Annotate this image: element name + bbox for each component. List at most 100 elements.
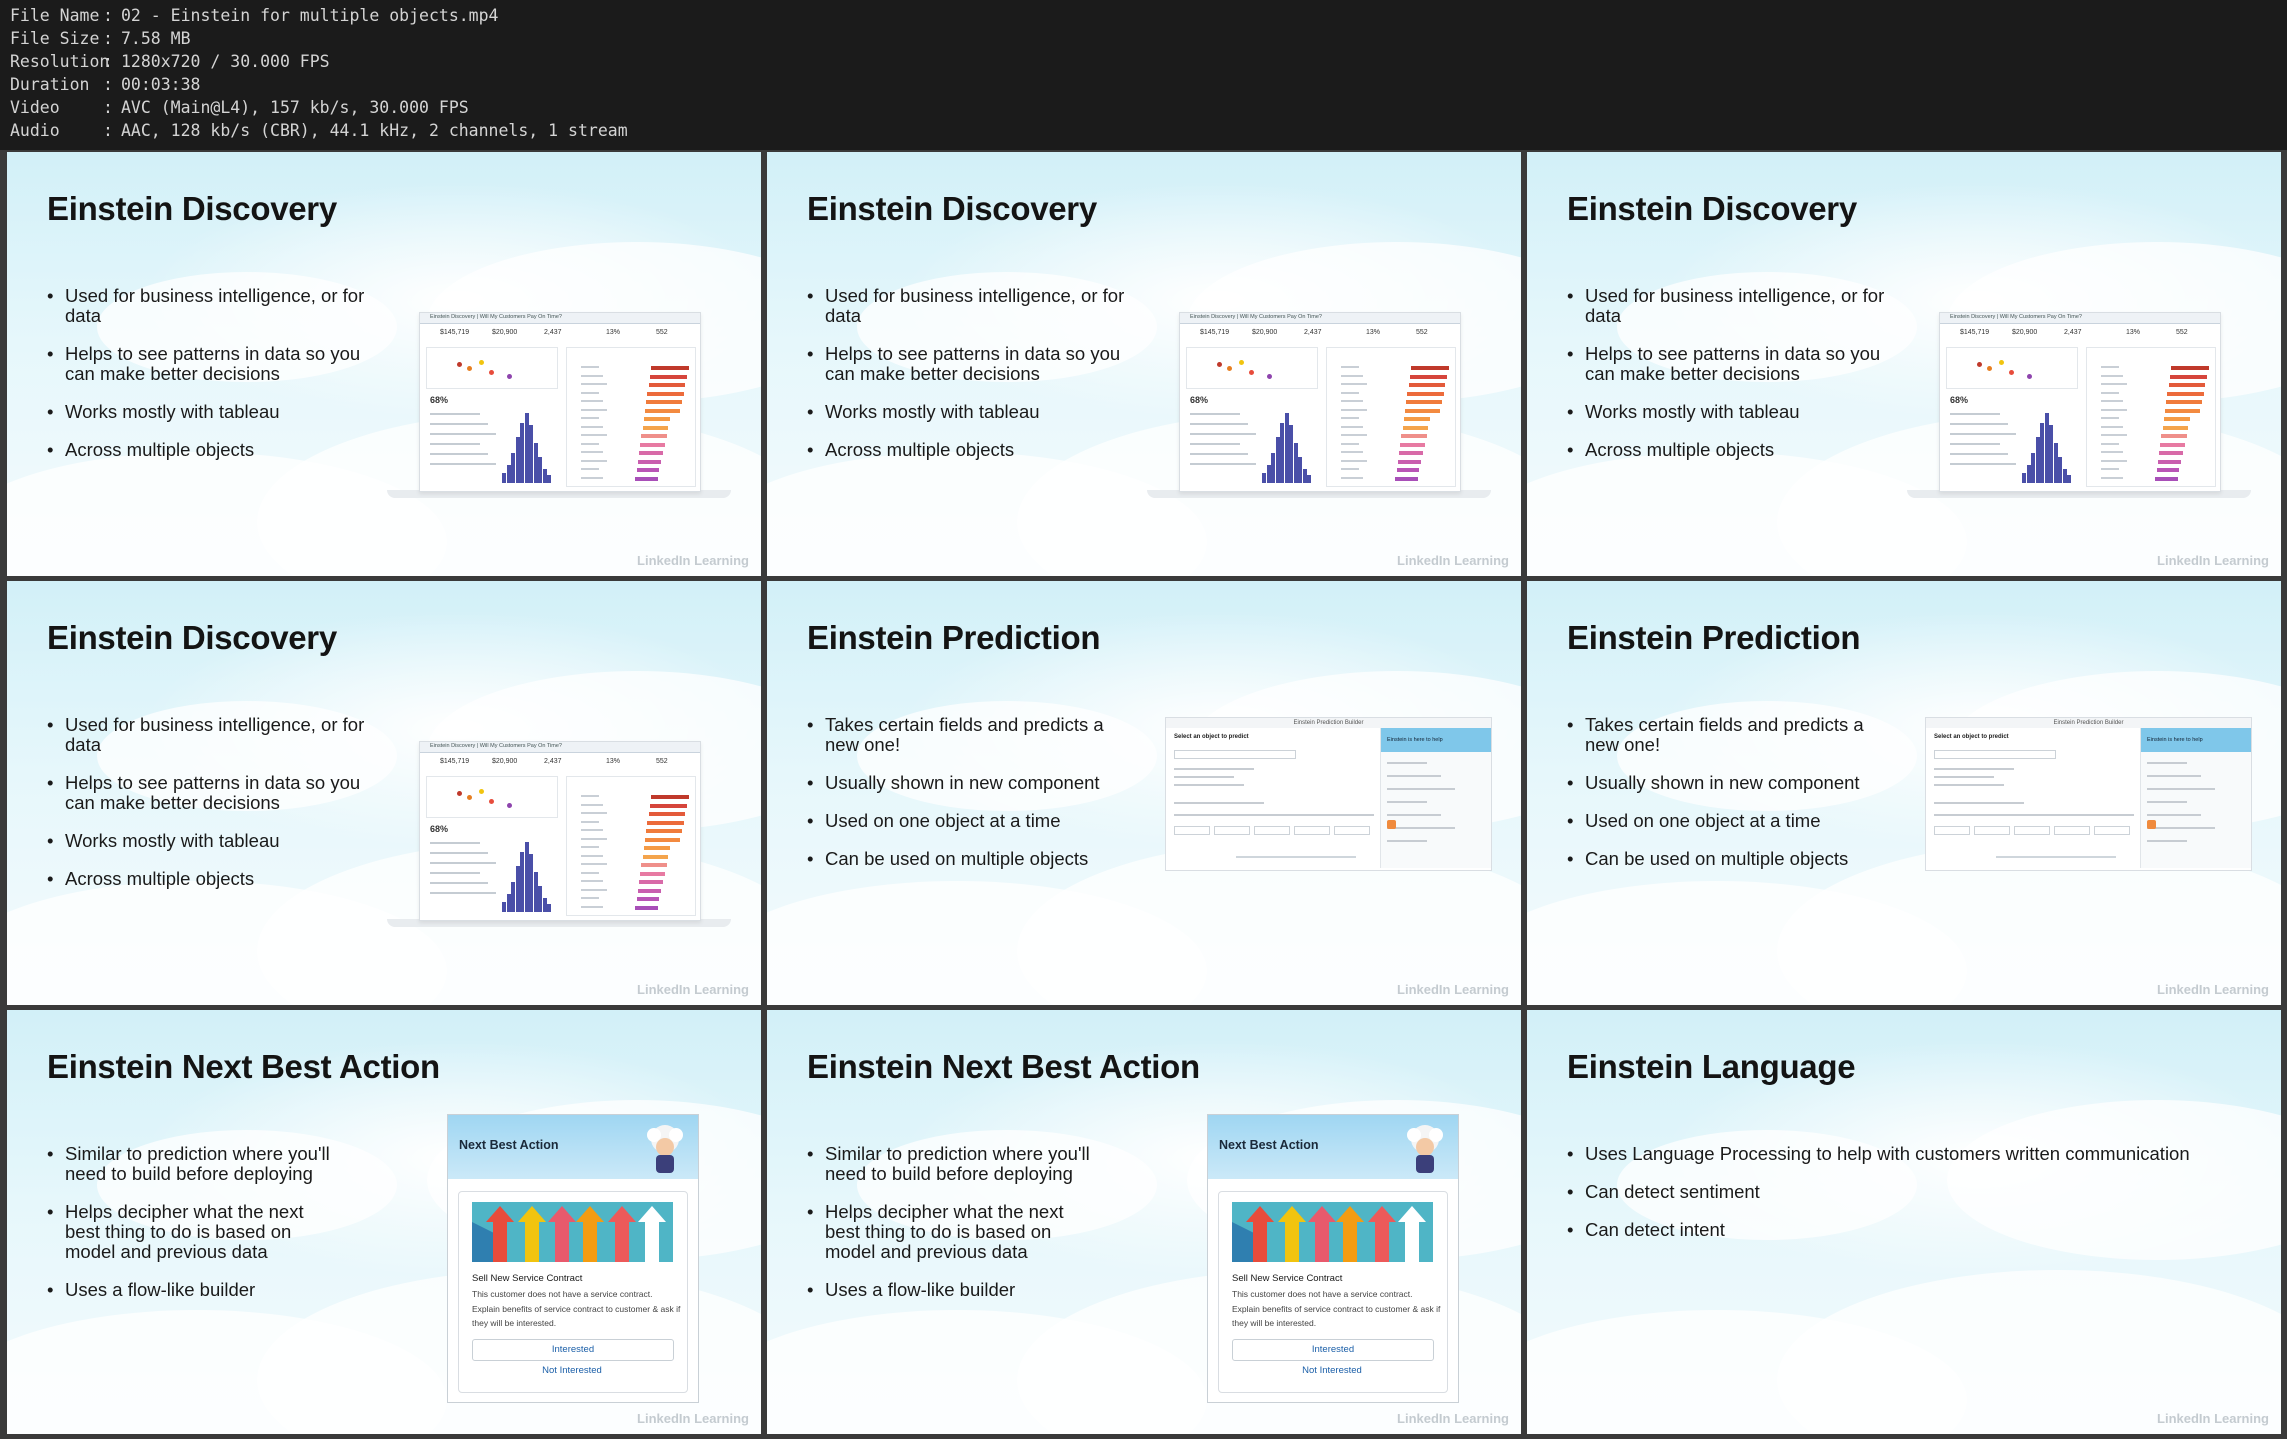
list-line	[430, 892, 496, 894]
ranking-panel	[2086, 347, 2216, 487]
ranking-bar	[635, 476, 658, 481]
histogram-bar	[515, 437, 520, 483]
ranking-label	[581, 400, 603, 402]
histogram-panel	[502, 393, 552, 483]
dashboard-kpi: 2,437	[544, 758, 562, 765]
ranking-bar	[1405, 408, 1440, 413]
scatter-point	[479, 789, 484, 794]
object-select	[1934, 750, 2056, 759]
assistant-line	[2147, 827, 2215, 829]
slide-thumbnail[interactable]: Einstein Language Uses Language Processin…	[1527, 1010, 2281, 1434]
slide-thumbnail[interactable]: Einstein Discovery Used for business inte…	[7, 581, 761, 1005]
form-line	[1174, 814, 1374, 816]
ranking-label	[581, 383, 607, 385]
slide-title: Einstein Discovery	[47, 619, 337, 656]
slide-thumbnail[interactable]: Einstein Discovery Used for business inte…	[7, 152, 761, 576]
histogram-bar	[1275, 437, 1280, 483]
list-line	[1950, 423, 2008, 425]
ranking-label	[1341, 451, 1363, 453]
not-interested-link[interactable]: Not Interested	[1232, 1365, 1432, 1376]
not-interested-link[interactable]: Not Interested	[472, 1365, 672, 1376]
ranking-bar	[2163, 417, 2191, 421]
histogram-bar	[520, 852, 524, 912]
slide-thumbnail[interactable]: Einstein Discovery Used for business inte…	[1527, 152, 2281, 576]
form-field	[2094, 826, 2130, 835]
histogram-bar	[2031, 453, 2035, 483]
slide-title: Einstein Discovery	[1567, 190, 1857, 227]
next-best-action-header: Next Best Action	[1208, 1115, 1458, 1179]
ranking-label	[2101, 366, 2119, 368]
list-line	[430, 453, 488, 455]
file-info-separator: :	[103, 29, 113, 48]
ranking-label	[581, 871, 599, 874]
ranking-label	[581, 391, 599, 394]
recommendation-description: This customer does not have a service co…	[472, 1289, 681, 1328]
form-line	[1934, 768, 2014, 770]
prediction-builder-thumbnail: Einstein Prediction Builder Select an obj…	[1925, 717, 2252, 871]
dashboard-kpi: 552	[656, 758, 668, 765]
form-line	[1934, 784, 2004, 786]
bullet-item: Used for business intelligence, or for d…	[47, 715, 377, 755]
interested-button[interactable]: Interested	[472, 1339, 674, 1361]
recommendation-description: This customer does not have a service co…	[1232, 1289, 1441, 1328]
histogram-bar	[2044, 413, 2049, 483]
ranking-bar	[649, 374, 688, 379]
scatter-point	[2009, 370, 2014, 375]
scatter-point	[1217, 362, 1222, 367]
file-info-panel: File Name:02 - Einstein for multiple obj…	[0, 0, 2287, 150]
ranking-bar	[1395, 476, 1418, 481]
bullet-item: Takes certain fields and predicts a new …	[807, 715, 1137, 755]
slide-thumbnail[interactable]: Einstein Prediction Takes certain fields …	[1527, 581, 2281, 1005]
dashboard-header-title: Einstein Discovery | Will My Customers P…	[1950, 314, 2082, 320]
histogram-bar	[524, 413, 529, 483]
slide-thumbnail[interactable]: Einstein Prediction Takes certain fields …	[767, 581, 1521, 1005]
ranking-label	[581, 888, 607, 891]
slide-thumbnail[interactable]: Einstein Discovery Used for business inte…	[767, 152, 1521, 576]
dashboard-kpi: 13%	[1366, 329, 1381, 336]
ranking-label	[1341, 383, 1367, 385]
list-line	[430, 872, 480, 874]
list-line	[430, 842, 480, 844]
ranking-bar	[2157, 459, 2182, 464]
ranking-bar	[639, 880, 663, 884]
scatter-point	[507, 803, 512, 808]
ranking-bar	[642, 854, 669, 859]
interested-button[interactable]: Interested	[1232, 1339, 1434, 1361]
ranking-bar	[648, 383, 686, 387]
ranking-panel	[566, 776, 696, 916]
ranking-bar	[643, 417, 671, 421]
ranking-label	[581, 829, 603, 831]
ranking-label	[2101, 400, 2123, 402]
discovery-dashboard-thumbnail: Einstein Discovery | Will My Customers P…	[1939, 312, 2221, 492]
ranking-label	[2101, 417, 2119, 419]
ranking-bar	[2160, 442, 2185, 447]
prediction-icon	[1387, 820, 1396, 829]
slide-thumbnail[interactable]: Einstein Next Best Action Similar to pred…	[7, 1010, 761, 1434]
recommendation-title: Sell New Service Contract	[472, 1273, 583, 1284]
assistant-line	[2147, 788, 2215, 790]
ranking-bar	[1402, 425, 1429, 430]
scatter-panel	[1946, 347, 2078, 389]
histogram-bar	[1307, 475, 1311, 483]
ranking-bar	[2166, 400, 2202, 404]
ranking-label	[2101, 459, 2127, 462]
histogram-bar	[1266, 465, 1271, 483]
ranking-label	[581, 803, 603, 806]
list-line	[430, 433, 496, 435]
dashboard-kpi: $20,900	[492, 329, 518, 336]
ranking-bar	[1403, 417, 1431, 421]
dashboard-kpi: $20,900	[1252, 329, 1278, 336]
ranking-label	[1341, 425, 1363, 428]
bullet-item: Helps decipher what the next best thing …	[807, 1202, 1097, 1262]
ranking-bar	[1401, 434, 1427, 438]
list-line	[1190, 433, 1256, 435]
dashboard-kpi: 13%	[2126, 329, 2141, 336]
slide-thumbnail[interactable]: Einstein Next Best Action Similar to pred…	[767, 1010, 1521, 1434]
linkedin-learning-watermark: LinkedIn Learning	[1397, 1411, 1509, 1426]
histogram-bar	[2022, 473, 2026, 483]
slide-title: Einstein Language	[1567, 1048, 1856, 1085]
ranking-bar	[637, 459, 662, 464]
ranking-bar	[2162, 425, 2189, 430]
assistant-panel: Einstein is here to help	[2140, 728, 2251, 868]
dashboard-kpi: 552	[656, 329, 668, 336]
